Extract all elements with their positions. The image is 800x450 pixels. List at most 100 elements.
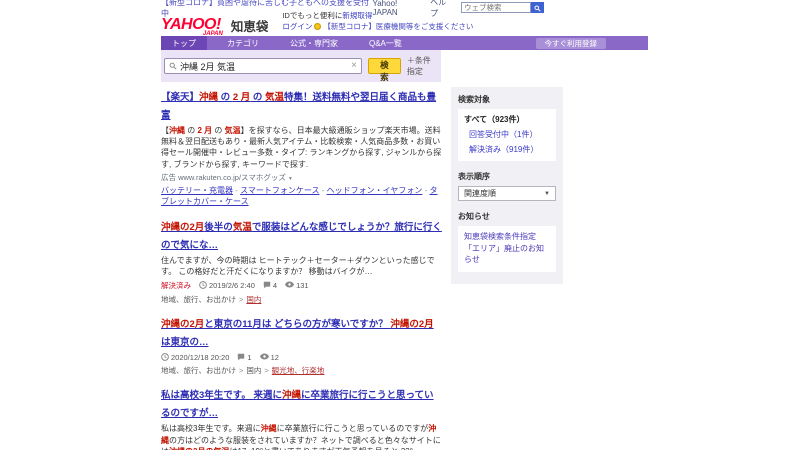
sidebar-title-order: 表示順序 (458, 172, 490, 181)
ad-sitelink[interactable]: バッテリー・充電器 (161, 186, 233, 195)
main-nav: トップ カテゴリ 公式・専門家 Q&A一覧 今すぐ利用登録 (161, 36, 648, 50)
result-snippet: 住んでますが、今の時期は ヒートテック＋セーター＋ダウンといった感じです。 この… (161, 255, 443, 277)
id-register-link[interactable]: 新規取得 (342, 11, 372, 20)
date-text: 2019/2/6 2:40 (209, 281, 255, 291)
eye-icon (285, 281, 295, 290)
category-link[interactable]: 国内 (246, 295, 261, 304)
highlighted-term: 沖縄の2月 (390, 318, 434, 330)
highlighted-term: 気温 (224, 126, 241, 135)
chevron-down-icon: ▼ (287, 175, 293, 182)
text-segment: 私は高校3年生です。 来週に (161, 390, 282, 402)
page: 【新型コロナ】貧困や虐待に苦しむ子どもへの支援を受付中 Yahoo! JAPAN… (161, 0, 648, 450)
search-row: × 検索 ＋条件指定 (164, 55, 437, 82)
result-title-link[interactable]: 沖縄の2月と東京の11月は どちらの方が寒いですか？ 沖縄の2月は東京の… (161, 319, 434, 348)
search-button[interactable]: 検索 (368, 58, 401, 82)
content: 【楽天】沖縄 の 2 月 の 気温特集！送料無料や翌日届く商品も豊富【沖縄 の … (161, 87, 648, 450)
sidebar: 検索対象 すべて（923件） 回答受付中（1件） 解決済み（919件） 表示順序… (451, 87, 563, 450)
login-link[interactable]: ログイン (282, 22, 312, 31)
view-count-text: 12 (270, 353, 279, 363)
text-segment: 私は高校3年生です。来週に (161, 424, 261, 434)
order-dropdown[interactable]: 関連度順 ▼ (458, 186, 556, 201)
clock-icon (161, 352, 169, 363)
answer-count: 4 (263, 281, 277, 291)
highlighted-term: 沖縄の2月 (161, 318, 205, 330)
result-title-link[interactable]: 【楽天】沖縄 の 2 月 の 気温特集！送料無料や翌日届く商品も豊富 (161, 92, 436, 121)
answer-count-text: 1 (247, 353, 252, 363)
text-segment: に卒業旅行に行こうと思っているのですが (276, 424, 429, 434)
highlighted-term: 気温 (265, 92, 285, 103)
coin-icon (314, 23, 322, 31)
ad-url-row: 広告 www.rakuten.co.jp/スマホグッズ ▼ (161, 172, 443, 183)
answers-icon (237, 353, 245, 363)
order-selected: 関連度順 (464, 189, 496, 198)
highlighted-term: 気温 (232, 221, 252, 233)
result-snippet: 【沖縄 の 2 月 の 気温】を探すなら、日本最大級通販ショップ楽天市場。送料無… (161, 125, 443, 170)
result-title-link[interactable]: 私は高校3年生です。 来週に沖縄に卒業旅行に行こうと思っているのですが… (161, 390, 434, 419)
text-segment: の (218, 92, 233, 103)
highlighted-term: 2 月 (232, 92, 251, 103)
category-breadcrumb: 地域、旅行、お出かけ > 国内 (161, 294, 443, 305)
notice-link[interactable]: 知恵袋検索条件指定「エリア」廃止のお知らせ (464, 231, 550, 266)
result-snippet: 私は高校3年生です。来週に沖縄に卒業旅行に行こうと思っているのですが沖縄の方はど… (161, 423, 443, 450)
result-meta: 2020/12/18 20:20 1 12 (161, 352, 443, 363)
search-section: × 検索 ＋条件指定 (161, 50, 441, 82)
header-login-area: IDでもっと便利に新規取得 ログイン 【新型コロナ】医療機関等をご支援ください (282, 11, 473, 33)
ad-sitelink[interactable]: ヘッドフォン・イヤフォン (327, 186, 423, 195)
result-date: 2020/12/18 20:20 (161, 352, 230, 363)
highlighted-term: 沖縄の2月 (161, 221, 205, 233)
condition-link[interactable]: ＋条件指定 (407, 55, 437, 77)
answer-count: 1 (237, 353, 252, 363)
medical-support-link[interactable]: 【新型コロナ】医療機関等をご支援ください (323, 22, 473, 31)
category-label: 国内 (246, 366, 262, 376)
nav-tab-official[interactable]: 公式・専門家 (279, 36, 349, 50)
sidebar-title-notice: お知らせ (458, 212, 490, 221)
yahoo-logo[interactable]: YAHOO! JAPAN (161, 17, 223, 38)
category-label: 地域、旅行、お出かけ (161, 294, 236, 304)
search-result: 私は高校3年生です。 来週に沖縄に卒業旅行に行こうと思っているのですが… 私は高校… (161, 385, 443, 450)
text-segment: の (212, 126, 225, 135)
ad-sitelink[interactable]: スマートフォンケース (240, 186, 319, 195)
category-breadcrumb: 地域、旅行、お出かけ > 国内 > 観光地、行楽地 (161, 365, 443, 376)
view-count: 12 (259, 353, 279, 363)
sidebar-title-search-target: 検索対象 (458, 95, 490, 104)
ad-label: 広告 (161, 172, 179, 182)
search-result: 沖縄の2月後半の気温で服装はどんな感じでしょうか？旅行に行くので気にな… 住んでま… (161, 217, 443, 305)
highlighted-term: 2 月 (197, 126, 213, 135)
text-segment: の (185, 126, 198, 135)
breadcrumb-separator: > (239, 294, 244, 304)
highlighted-term: 沖縄 (260, 424, 277, 434)
service-name: 知恵袋 (230, 19, 269, 34)
search-box: × (164, 58, 362, 74)
web-search (461, 2, 544, 13)
text-segment: 【 (161, 126, 169, 135)
highlighted-term: 沖縄 (281, 390, 301, 402)
web-search-button[interactable] (531, 2, 544, 13)
search-icon (534, 0, 541, 15)
category-link[interactable]: 観光地、行楽地 (272, 366, 325, 375)
register-button[interactable]: 今すぐ利用登録 (535, 37, 606, 49)
answers-icon (263, 281, 271, 291)
filter-accepting-link[interactable]: 回答受付中（1件） (469, 129, 550, 140)
text-segment: は東京の… (161, 336, 209, 348)
text-segment: の (250, 92, 266, 103)
sidebar-box: 検索対象 すべて（923件） 回答受付中（1件） 解決済み（919件） 表示順序… (451, 87, 563, 284)
eye-icon (259, 353, 269, 362)
nav-tab-top[interactable]: トップ (161, 36, 207, 50)
result-title-link[interactable]: 沖縄の2月後半の気温で服装はどんな感じでしょうか？旅行に行くので気にな… (161, 222, 442, 251)
filter-resolved-link[interactable]: 解決済み（919件） (469, 144, 550, 155)
clear-icon[interactable]: × (351, 61, 357, 71)
highlighted-term: 沖縄 (199, 92, 219, 103)
text-segment: 住んでますが、今の時期は ヒートテック＋セーター＋ダウンといった感じです。 この… (161, 255, 435, 277)
answer-count-text: 4 (272, 281, 278, 291)
notice-card: 知恵袋検索条件指定「エリア」廃止のお知らせ (458, 226, 556, 272)
date-text: 2020/12/18 20:20 (171, 353, 230, 363)
nav-tab-category[interactable]: カテゴリ (216, 36, 270, 50)
search-target-card: すべて（923件） 回答受付中（1件） 解決済み（919件） (458, 109, 556, 161)
filter-all: すべて（923件） (464, 115, 525, 124)
result-date: 2019/2/6 2:40 (199, 280, 255, 291)
query-input[interactable] (180, 61, 349, 71)
login-row: ログイン 【新型コロナ】医療機関等をご支援ください (282, 22, 473, 33)
nav-tab-qa-list[interactable]: Q&A一覧 (358, 36, 413, 50)
text-segment: 【楽天】 (161, 92, 200, 103)
ad-result: 【楽天】沖縄 の 2 月 の 気温特集！送料無料や翌日届く商品も豊富【沖縄 の … (161, 87, 443, 208)
